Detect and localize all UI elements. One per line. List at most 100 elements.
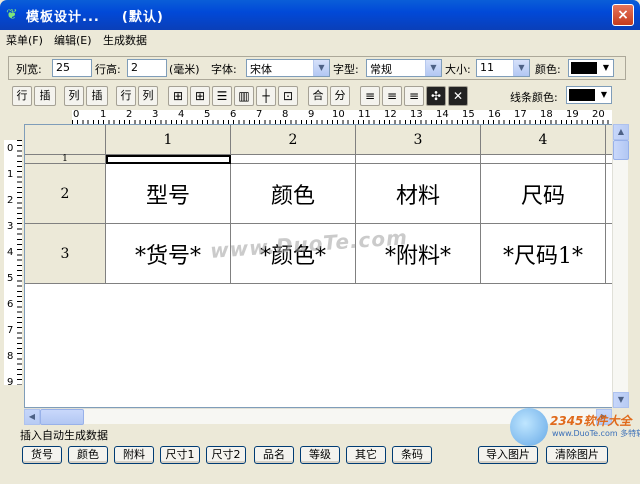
- delete-col-button[interactable]: 列: [138, 86, 158, 106]
- size-label: 大小:: [445, 63, 471, 76]
- mascot-icon: [510, 408, 548, 446]
- size-select[interactable]: 11 ▼: [476, 59, 530, 77]
- ruler-mark: 12: [384, 109, 397, 120]
- align-right-icon[interactable]: ≡: [404, 86, 424, 106]
- field-button-color[interactable]: 颜色: [68, 446, 108, 464]
- ruler-mark: 8: [7, 351, 14, 362]
- field-button-item-no[interactable]: 货号: [22, 446, 62, 464]
- row-header[interactable]: 1: [25, 154, 106, 164]
- font-select[interactable]: 宋体 ▼: [246, 59, 330, 77]
- field-button-barcode[interactable]: 条码: [392, 446, 432, 464]
- text-color-picker[interactable]: ▼: [568, 59, 614, 77]
- ruler-mark: 1: [100, 109, 107, 120]
- ruler-mark: 9: [308, 109, 315, 120]
- ruler-mark: 19: [566, 109, 579, 120]
- grid-cell[interactable]: 尺码: [481, 164, 606, 224]
- chevron-down-icon[interactable]: ▼: [600, 61, 612, 75]
- col-button[interactable]: 列: [64, 86, 84, 106]
- border-inner-icon[interactable]: ⊞: [190, 86, 210, 106]
- delete-row-button[interactable]: 行: [116, 86, 136, 106]
- font-label: 字体:: [211, 63, 237, 76]
- align-left-icon[interactable]: ≡: [360, 86, 380, 106]
- align-center-icon[interactable]: ≡: [382, 86, 402, 106]
- ruler-mark: 6: [7, 299, 14, 310]
- shrink-icon[interactable]: ✕: [448, 86, 468, 106]
- field-button-grade[interactable]: 等级: [300, 446, 340, 464]
- chevron-down-icon[interactable]: ▼: [598, 88, 610, 102]
- ruler-mark: 0: [73, 109, 80, 120]
- ruler-mark: 2: [7, 195, 14, 206]
- grid-cell[interactable]: 颜色: [231, 164, 356, 224]
- grid-cell[interactable]: [481, 155, 606, 164]
- menu-bar: 菜单(F) 编辑(E) 生成数据: [0, 30, 640, 50]
- ruler-mark: 1: [7, 169, 14, 180]
- grid-cell[interactable]: [231, 155, 356, 164]
- ruler-mark: 9: [7, 377, 14, 388]
- close-button[interactable]: ×: [612, 4, 634, 26]
- insert-col-button[interactable]: 插: [86, 86, 108, 106]
- col-header[interactable]: 1: [106, 125, 231, 155]
- scroll-up-icon[interactable]: ▲: [613, 124, 629, 140]
- logo-brand: 2345软件大全: [550, 414, 632, 428]
- style-select[interactable]: 常规 ▼: [366, 59, 442, 77]
- col-width-input[interactable]: 25: [52, 59, 92, 77]
- grid-cell[interactable]: 型号: [106, 164, 231, 224]
- scroll-left-icon[interactable]: ◀: [24, 409, 40, 425]
- ruler-mark: 10: [332, 109, 345, 120]
- col-width-label: 列宽:: [16, 63, 42, 76]
- field-button-size1[interactable]: 尺寸1: [160, 446, 200, 464]
- col-header[interactable]: 4: [481, 125, 606, 155]
- ruler-mark: 13: [410, 109, 423, 120]
- unit-label: (毫米): [169, 63, 200, 76]
- grid-cell-selected[interactable]: [106, 155, 231, 164]
- insert-row-button[interactable]: 插: [34, 86, 56, 106]
- menu-generate-data[interactable]: 生成数据: [103, 32, 147, 48]
- row-header[interactable]: 3: [25, 224, 106, 284]
- vertical-scroll-thumb[interactable]: [613, 140, 629, 160]
- row-header[interactable]: 2: [25, 164, 106, 224]
- style-select-value: 常规: [370, 63, 392, 76]
- menu-edit[interactable]: 编辑(E): [54, 32, 92, 48]
- menu-file[interactable]: 菜单(F): [6, 32, 43, 48]
- field-button-size2[interactable]: 尺寸2: [206, 446, 246, 464]
- border-vertical-icon[interactable]: ▥: [234, 86, 254, 106]
- chevron-down-icon[interactable]: ▼: [313, 60, 329, 76]
- row-height-input[interactable]: 2: [127, 59, 167, 77]
- insert-auto-data-label: 插入自动生成数据: [20, 429, 108, 442]
- col-header[interactable]: 2: [231, 125, 356, 155]
- chevron-down-icon[interactable]: ▼: [513, 60, 529, 76]
- ruler-mark: 14: [436, 109, 449, 120]
- merge-button[interactable]: 合: [308, 86, 328, 106]
- expand-icon[interactable]: ✣: [426, 86, 446, 106]
- vertical-scrollbar[interactable]: ▲ ▼: [612, 124, 629, 408]
- title-bar: ❦ 模板设计... (默认) ×: [0, 0, 640, 30]
- field-button-product-name[interactable]: 品名: [254, 446, 294, 464]
- ruler-mark: 16: [488, 109, 501, 120]
- ruler-mark: 5: [7, 273, 14, 284]
- line-color-picker[interactable]: ▼: [566, 86, 612, 104]
- row-button[interactable]: 行: [12, 86, 32, 106]
- line-color-label: 线条颜色:: [510, 91, 558, 104]
- ruler-mark: 15: [462, 109, 475, 120]
- border-all-icon[interactable]: ⊞: [168, 86, 188, 106]
- horizontal-scroll-thumb[interactable]: [40, 409, 84, 425]
- color-swatch: [571, 62, 597, 74]
- ruler-mark: 4: [178, 109, 185, 120]
- col-header[interactable]: 3: [356, 125, 481, 155]
- border-dotted-icon[interactable]: ⊡: [278, 86, 298, 106]
- ruler-mark: 8: [282, 109, 289, 120]
- ruler-mark: 2: [126, 109, 133, 120]
- template-grid[interactable]: 1 2 3 4 1 2 型号 颜色 材料 尺码 3 *货号* *颜色* *附料*…: [24, 124, 628, 408]
- grid-corner: [25, 125, 106, 155]
- row-height-label: 行高:: [95, 63, 121, 76]
- border-horizontal-icon[interactable]: ☰: [212, 86, 232, 106]
- grid-cell[interactable]: *尺码1*: [481, 224, 606, 284]
- split-button[interactable]: 分: [330, 86, 350, 106]
- field-button-other[interactable]: 其它: [346, 446, 386, 464]
- field-button-accessory[interactable]: 附料: [114, 446, 154, 464]
- ruler-mark: 3: [7, 221, 14, 232]
- border-cross-icon[interactable]: ┼: [256, 86, 276, 106]
- chevron-down-icon[interactable]: ▼: [425, 60, 441, 76]
- grid-cell[interactable]: [356, 155, 481, 164]
- grid-cell[interactable]: 材料: [356, 164, 481, 224]
